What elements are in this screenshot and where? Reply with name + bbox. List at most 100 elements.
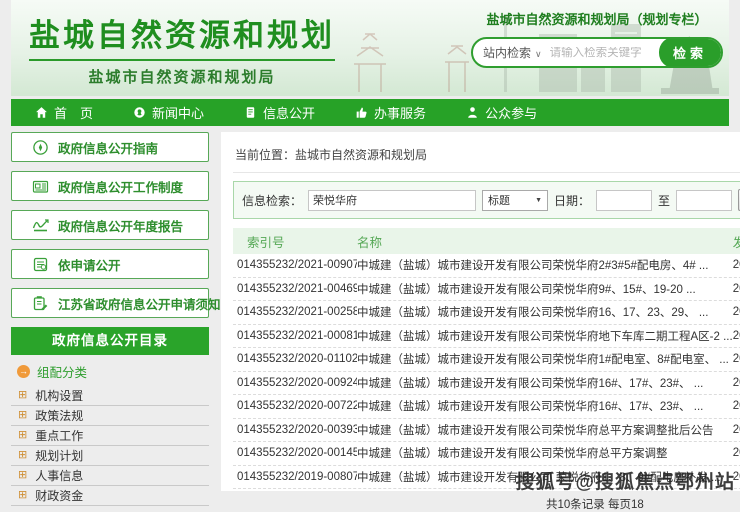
category-item-label: 重点工作 bbox=[35, 427, 83, 444]
cell-name[interactable]: 中城建（盐城）城市建设开发有限公司荣悦华府9#、15#、19-20 ... bbox=[357, 281, 733, 297]
site-search-button[interactable]: 检索 bbox=[659, 37, 721, 68]
nav-item-service[interactable]: 办事服务 bbox=[355, 103, 426, 122]
sidebar-item-label: 江苏省政府信息公开申请须知 bbox=[58, 294, 221, 313]
col-header-index: 索引号 bbox=[233, 232, 357, 251]
category-item[interactable]: 机构设置 bbox=[11, 386, 209, 406]
plus-box-icon bbox=[18, 470, 27, 481]
site-search-bar: 站内检索 检索 bbox=[471, 37, 723, 68]
cell-index-no: 014355232/2020-01102 bbox=[233, 353, 357, 365]
nav-label: 首 页 bbox=[54, 103, 93, 122]
cell-date: 2020-10-27 bbox=[733, 377, 740, 389]
sidebar-item-guide[interactable]: 政府信息公开指南 bbox=[11, 132, 209, 162]
home-icon bbox=[35, 106, 48, 119]
cell-name[interactable]: 中城建（盐城）城市建设开发有限公司荣悦华府地下车库二期工程A区-2 ... bbox=[357, 328, 733, 344]
cell-name[interactable]: 中城建（盐城）城市建设开发有限公司荣悦华府总平方案调整 bbox=[357, 445, 733, 461]
nav-item-info[interactable]: 信息公开 bbox=[244, 103, 315, 122]
sidebar-item-label: 政府信息公开指南 bbox=[58, 138, 158, 157]
sidebar-item-annual-report[interactable]: 政府信息公开年度报告 bbox=[11, 210, 209, 240]
cell-index-no: 014355232/2021-00469 bbox=[233, 283, 357, 295]
nav-label: 办事服务 bbox=[374, 103, 426, 122]
plus-box-icon bbox=[18, 410, 27, 421]
compass-icon bbox=[32, 139, 49, 156]
table-row[interactable]: 014355232/2020-01102 中城建（盐城）城市建设开发有限公司荣悦… bbox=[233, 348, 740, 372]
cell-index-no: 014355232/2020-00722 bbox=[233, 400, 357, 412]
plus-box-icon bbox=[18, 390, 27, 401]
person-icon bbox=[466, 106, 479, 119]
category-item[interactable]: 重点工作 bbox=[11, 426, 209, 446]
category-item-label: 财政资金 bbox=[35, 487, 83, 504]
category-item[interactable]: 财政资金 bbox=[11, 486, 209, 506]
nav-item-participate[interactable]: 公众参与 bbox=[466, 103, 537, 122]
table-body: 014355232/2021-00907 中城建（盐城）城市建设开发有限公司荣悦… bbox=[233, 254, 740, 489]
cell-date: 2020-05-27 bbox=[733, 424, 740, 436]
cell-name[interactable]: 中城建（盐城）城市建设开发有限公司荣悦华府总平方案调整批后公告 bbox=[357, 422, 733, 438]
table-row[interactable]: 014355232/2021-00469 中城建（盐城）城市建设开发有限公司荣悦… bbox=[233, 278, 740, 302]
sidebar-item-apply-disclosure[interactable]: 依申请公开 bbox=[11, 249, 209, 279]
breadcrumb: 当前位置：盐城市自然资源和规划局 bbox=[233, 138, 740, 173]
sidebar-item-work-system[interactable]: 政府信息公开工作制度 bbox=[11, 171, 209, 201]
site-search-input[interactable] bbox=[546, 47, 659, 59]
nav-label: 新闻中心 bbox=[152, 103, 204, 122]
date-to-input[interactable] bbox=[676, 190, 732, 211]
table-row[interactable]: 014355232/2020-00722 中城建（盐城）城市建设开发有限公司荣悦… bbox=[233, 395, 740, 419]
sidebar-item-label: 依申请公开 bbox=[58, 255, 121, 274]
cell-index-no: 014355232/2020-00145 bbox=[233, 447, 357, 459]
date-label: 日期： bbox=[554, 192, 590, 209]
table-row[interactable]: 014355232/2020-00393 中城建（盐城）城市建设开发有限公司荣悦… bbox=[233, 419, 740, 443]
keyword-input[interactable] bbox=[308, 190, 476, 211]
table-header: 索引号 名称 发布日期 bbox=[233, 228, 740, 254]
table-row[interactable]: 014355232/2021-00258 中城建（盐城）城市建设开发有限公司荣悦… bbox=[233, 301, 740, 325]
nav-item-home[interactable]: 首 页 bbox=[35, 103, 93, 122]
field-select[interactable]: 标题 bbox=[482, 190, 548, 211]
cell-date: 2020-03-25 bbox=[733, 447, 740, 459]
cell-name[interactable]: 中城建（盐城）城市建设开发有限公司荣悦华府16#、17#、23#、 ... bbox=[357, 398, 733, 414]
cell-name[interactable]: 中城建（盐城）城市建设开发有限公司荣悦华府1#配电室、8#配电室、 ... bbox=[357, 351, 733, 367]
site-subtitle: 盐城市自然资源和规划局 bbox=[29, 66, 335, 87]
arrow-circle-icon bbox=[17, 365, 30, 378]
cell-name[interactable]: 中城建（盐城）城市建设开发有限公司荣悦华府16、17、23、29、 ... bbox=[357, 304, 733, 320]
cell-date: 2021-07-10 bbox=[733, 283, 740, 295]
category-item-label: 机构设置 bbox=[35, 387, 83, 404]
plus-box-icon bbox=[18, 490, 27, 501]
category-group-header[interactable]: 组配分类 bbox=[11, 355, 209, 386]
sidebar-item-application-notice[interactable]: 江苏省政府信息公开申请须知 bbox=[11, 288, 209, 318]
table-row[interactable]: 014355232/2021-00081 中城建（盐城）城市建设开发有限公司荣悦… bbox=[233, 325, 740, 349]
filter-bar: 信息检索： 标题 日期： 至 检索 bbox=[233, 181, 740, 219]
category-item-label: 人事信息 bbox=[35, 467, 83, 484]
cell-name[interactable]: 中城建（盐城）城市建设开发有限公司荣悦华府16#、17#、23#、 ... bbox=[357, 375, 733, 391]
category-item[interactable]: 人事信息 bbox=[11, 466, 209, 486]
table-row[interactable]: 014355232/2020-00924 中城建（盐城）城市建设开发有限公司荣悦… bbox=[233, 372, 740, 396]
plus-box-icon bbox=[18, 450, 27, 461]
category-item[interactable]: 规划计划 bbox=[11, 446, 209, 466]
cell-date: 2021-01-29 bbox=[733, 330, 740, 342]
date-from-input[interactable] bbox=[596, 190, 652, 211]
column-title: 盐城市自然资源和规划局（规划专栏） bbox=[471, 9, 723, 28]
main-content: 当前位置：盐城市自然资源和规划局 信息检索： 标题 日期： 至 检索 索引号 名… bbox=[221, 132, 740, 491]
field-select-value: 标题 bbox=[488, 192, 510, 208]
header-right: 盐城市自然资源和规划局（规划专栏） 站内检索 检索 bbox=[471, 9, 723, 68]
table-row[interactable]: 014355232/2021-00907 中城建（盐城）城市建设开发有限公司荣悦… bbox=[233, 254, 740, 278]
body-row: 政府信息公开指南 政府信息公开工作制度 政府信息公开年度报告 依申请公开 江苏省… bbox=[11, 132, 729, 491]
book-icon bbox=[32, 256, 49, 273]
col-header-name: 名称 bbox=[357, 232, 733, 251]
cell-date: 2021-09-13 bbox=[733, 259, 740, 271]
chart-icon bbox=[32, 217, 49, 234]
page: 盐城自然资源和规划 盐城市自然资源和规划局 盐城市自然资源和规划局（规划专栏） … bbox=[11, 0, 729, 495]
thumb-icon bbox=[355, 106, 368, 119]
category-list: 机构设置 政策法规 重点工作 规划计划 人事信息 财政资金 bbox=[11, 386, 209, 506]
search-scope-dropdown[interactable]: 站内检索 bbox=[473, 44, 546, 61]
category-item[interactable]: 政策法规 bbox=[11, 406, 209, 426]
filter-label: 信息检索： bbox=[242, 192, 302, 209]
plus-box-icon bbox=[18, 430, 27, 441]
news-icon bbox=[133, 106, 146, 119]
category-item-label: 政策法规 bbox=[35, 407, 83, 424]
table-row[interactable]: 014355232/2020-00145 中城建（盐城）城市建设开发有限公司荣悦… bbox=[233, 442, 740, 466]
nav-item-news[interactable]: 新闻中心 bbox=[133, 103, 204, 122]
col-header-date: 发布日期 bbox=[733, 232, 740, 251]
newspaper-icon bbox=[32, 178, 49, 195]
directory-banner[interactable]: 政府信息公开目录 bbox=[11, 327, 209, 355]
site-brand: 盐城自然资源和规划 盐城市自然资源和规划局 bbox=[29, 10, 335, 87]
cell-name[interactable]: 中城建（盐城）城市建设开发有限公司荣悦华府2#3#5#配电房、4# ... bbox=[357, 257, 733, 273]
nav-label: 信息公开 bbox=[263, 103, 315, 122]
main-nav: 首 页 新闻中心 信息公开 办事服务 公众参与 bbox=[11, 99, 729, 126]
